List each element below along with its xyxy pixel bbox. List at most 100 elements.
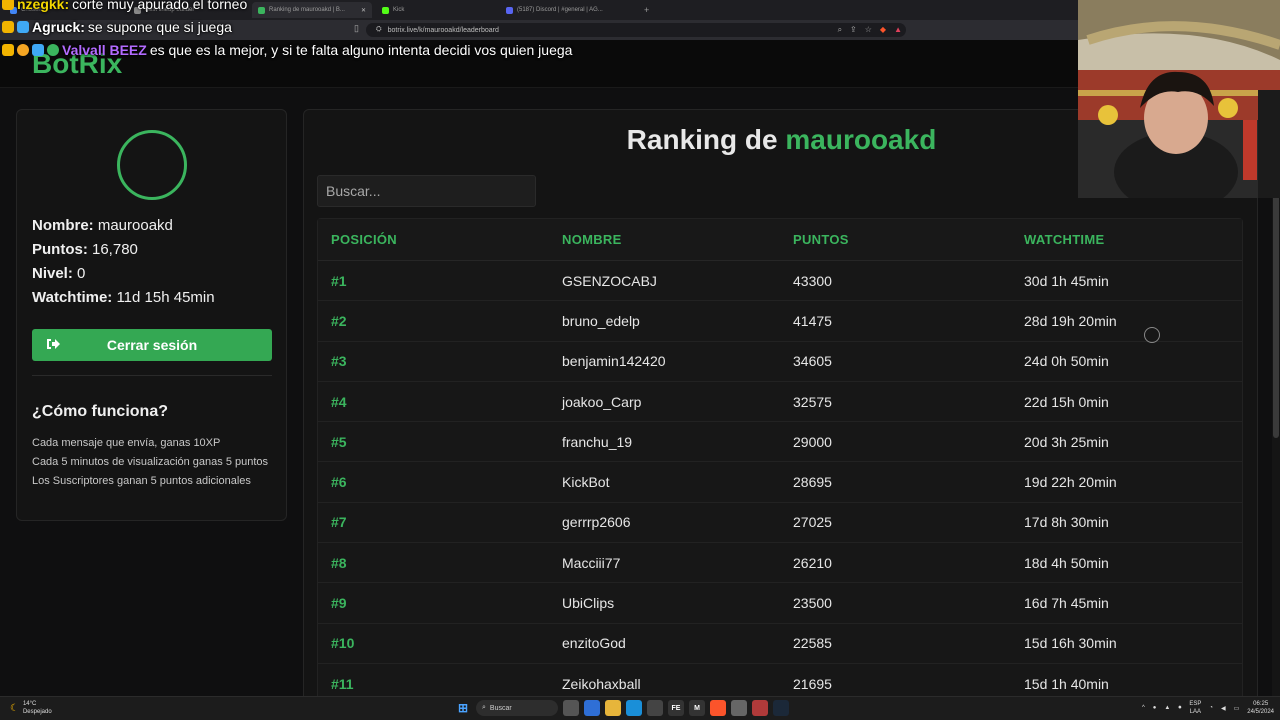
store-icon[interactable] bbox=[647, 700, 663, 716]
cell-position: #7 bbox=[331, 514, 347, 531]
how-item: Los Suscriptores ganan 5 puntos adiciona… bbox=[32, 475, 251, 487]
rewards-icon[interactable]: ▲ bbox=[894, 25, 902, 35]
cell-position: #4 bbox=[331, 393, 347, 410]
steam-icon[interactable] bbox=[773, 700, 789, 716]
tray-app-icon[interactable]: ▲ bbox=[1164, 705, 1170, 711]
edge-icon[interactable] bbox=[626, 700, 642, 716]
profile-card: Nombre: maurooakd Puntos: 16,780 Nivel: … bbox=[16, 109, 287, 521]
cell-name: UbiClips bbox=[562, 595, 615, 612]
brave-icon[interactable] bbox=[710, 700, 726, 716]
table-header: POSICIÓN NOMBRE PUNTOS WATCHTIME bbox=[318, 219, 1242, 261]
chat-message: Valvall BEEZ es que es la mejor, y si te… bbox=[2, 42, 572, 58]
profile-name: Nombre: maurooakd bbox=[32, 217, 173, 234]
search-icon: ⌕ bbox=[482, 704, 486, 711]
table-row: #1 GSENZOCABJ 43300 30d 1h 45min bbox=[318, 261, 1242, 302]
chevron-up-icon[interactable]: ^ bbox=[1142, 705, 1145, 711]
battery-icon[interactable]: ▭ bbox=[1234, 705, 1240, 712]
cell-name: franchu_19 bbox=[562, 433, 633, 450]
share-icon[interactable]: ⇪ bbox=[850, 25, 857, 35]
volume-icon[interactable]: ◀ bbox=[1221, 705, 1226, 712]
cell-position: #1 bbox=[331, 272, 347, 289]
chat-message: nzegkk: corte muy apurado el torneo bbox=[2, 0, 247, 12]
cell-watchtime: 15d 1h 40min bbox=[1024, 675, 1109, 692]
cell-watchtime: 16d 7h 45min bbox=[1024, 595, 1109, 612]
app-icon[interactable]: M bbox=[689, 700, 705, 716]
table-row: #2 bruno_edelp 41475 28d 19h 20min bbox=[318, 301, 1242, 342]
table-row: #6 KickBot 28695 19d 22h 20min bbox=[318, 462, 1242, 503]
divider bbox=[32, 375, 272, 376]
how-item: Cada 5 minutos de visualización ganas 5 … bbox=[32, 456, 269, 468]
site-info-icon[interactable]: ⛭ bbox=[376, 26, 382, 34]
webcam-feed-image bbox=[1078, 0, 1280, 198]
microphone-icon[interactable]: ⏺ bbox=[1178, 705, 1181, 712]
browser-tab[interactable]: Kick bbox=[376, 2, 496, 18]
widgets-icon[interactable] bbox=[584, 700, 600, 716]
browser-tab-active[interactable]: Ranking de maurooakd | B... ✕ bbox=[252, 2, 372, 18]
diamond-badge-icon bbox=[17, 21, 29, 33]
column-header-watchtime[interactable]: WATCHTIME bbox=[1011, 232, 1242, 247]
cell-points: 23500 bbox=[793, 595, 832, 612]
table-row: #3 benjamin142420 34605 24d 0h 50min bbox=[318, 342, 1242, 382]
loading-spinner bbox=[1144, 327, 1160, 343]
cell-points: 29000 bbox=[793, 433, 832, 450]
profile-points: Puntos: 16,780 bbox=[32, 241, 138, 258]
crown-badge-icon bbox=[2, 44, 14, 56]
table-body: #1 GSENZOCABJ 43300 30d 1h 45min #2 bruno_ede… bbox=[318, 261, 1242, 696]
cell-points: 21695 bbox=[793, 675, 832, 692]
url-field[interactable]: ⛭ botrix.live/k/maurooakd/leaderboard bbox=[366, 23, 906, 37]
language-indicator[interactable]: ESP LAA bbox=[1189, 700, 1201, 716]
chat-message: Agruck: se supone que si juega bbox=[2, 19, 232, 35]
new-tab-icon[interactable]: + bbox=[644, 5, 649, 15]
cell-position: #6 bbox=[331, 474, 347, 491]
cell-points: 41475 bbox=[793, 312, 832, 329]
wifi-icon[interactable]: ◔ bbox=[1209, 705, 1213, 711]
taskbar-search[interactable]: ⌕ Buscar bbox=[476, 700, 558, 716]
profile-watchtime: Watchtime: 11d 15h 45min bbox=[32, 289, 215, 306]
tab-close-icon[interactable]: ✕ bbox=[361, 7, 366, 14]
table-row: #10 enzitoGod 22585 15d 16h 30min bbox=[318, 624, 1242, 664]
bookmark-star-icon[interactable]: ☆ bbox=[865, 25, 872, 35]
search-input[interactable] bbox=[317, 175, 536, 207]
brave-shield-icon[interactable]: ◆ bbox=[880, 25, 886, 35]
taskbar: ☾ 14°C Despejado ⊞ ⌕Buscar FE M ^ ● ▲ ⏺ bbox=[0, 696, 1280, 720]
cell-watchtime: 30d 1h 45min bbox=[1024, 272, 1109, 289]
taskbar-apps: ⊞ ⌕ Buscar FE M bbox=[455, 700, 789, 716]
crown-badge-icon bbox=[2, 0, 14, 10]
cell-watchtime: 17d 8h 30min bbox=[1024, 514, 1109, 531]
tab-favicon-icon bbox=[258, 6, 265, 14]
tab-favicon-icon bbox=[382, 6, 389, 14]
file-explorer-icon[interactable] bbox=[605, 700, 621, 716]
browser-tab[interactable]: (5187) Discord | #general | AG... bbox=[500, 2, 640, 18]
fifa-icon[interactable]: FE bbox=[668, 700, 684, 716]
webcam-overlay bbox=[1078, 0, 1280, 198]
tab-favicon-icon bbox=[506, 6, 513, 14]
weather-widget[interactable]: ☾ 14°C Despejado bbox=[10, 700, 52, 716]
bookmark-icon[interactable]: ▯ bbox=[354, 23, 359, 34]
tray-app-icon[interactable]: ● bbox=[1153, 705, 1157, 711]
cell-watchtime: 28d 19h 20min bbox=[1024, 312, 1117, 329]
cell-points: 26210 bbox=[793, 554, 832, 571]
obs-icon[interactable] bbox=[731, 700, 747, 716]
column-header-name[interactable]: NOMBRE bbox=[549, 232, 780, 247]
address-bar-actions: ⌕ ⇪ ☆ ◆ ▲ bbox=[838, 25, 902, 35]
how-it-works-title: ¿Cómo funciona? bbox=[32, 403, 168, 420]
zoom-icon[interactable]: ⌕ bbox=[838, 25, 842, 35]
windows-start-icon[interactable]: ⊞ bbox=[455, 700, 471, 716]
cell-points: 32575 bbox=[793, 393, 832, 410]
task-view-icon[interactable] bbox=[563, 700, 579, 716]
profile-level: Nivel: 0 bbox=[32, 265, 86, 282]
cell-name: bruno_edelp bbox=[562, 312, 640, 329]
avatar bbox=[117, 130, 187, 200]
column-header-points[interactable]: PUNTOS bbox=[780, 232, 1011, 247]
cell-points: 28695 bbox=[793, 474, 832, 491]
cell-watchtime: 15d 16h 30min bbox=[1024, 635, 1117, 652]
cell-position: #2 bbox=[331, 312, 347, 329]
clock[interactable]: 06:25 24/5/2024 bbox=[1247, 700, 1274, 716]
column-header-position[interactable]: POSICIÓN bbox=[318, 232, 549, 247]
cell-watchtime: 20d 3h 25min bbox=[1024, 433, 1109, 450]
verified-badge-icon bbox=[47, 44, 59, 56]
app-icon[interactable] bbox=[752, 700, 768, 716]
cell-position: #5 bbox=[331, 433, 347, 450]
table-row: #4 joakoo_Carp 32575 22d 15h 0min bbox=[318, 382, 1242, 423]
logout-button[interactable]: Cerrar sesión bbox=[32, 329, 272, 361]
